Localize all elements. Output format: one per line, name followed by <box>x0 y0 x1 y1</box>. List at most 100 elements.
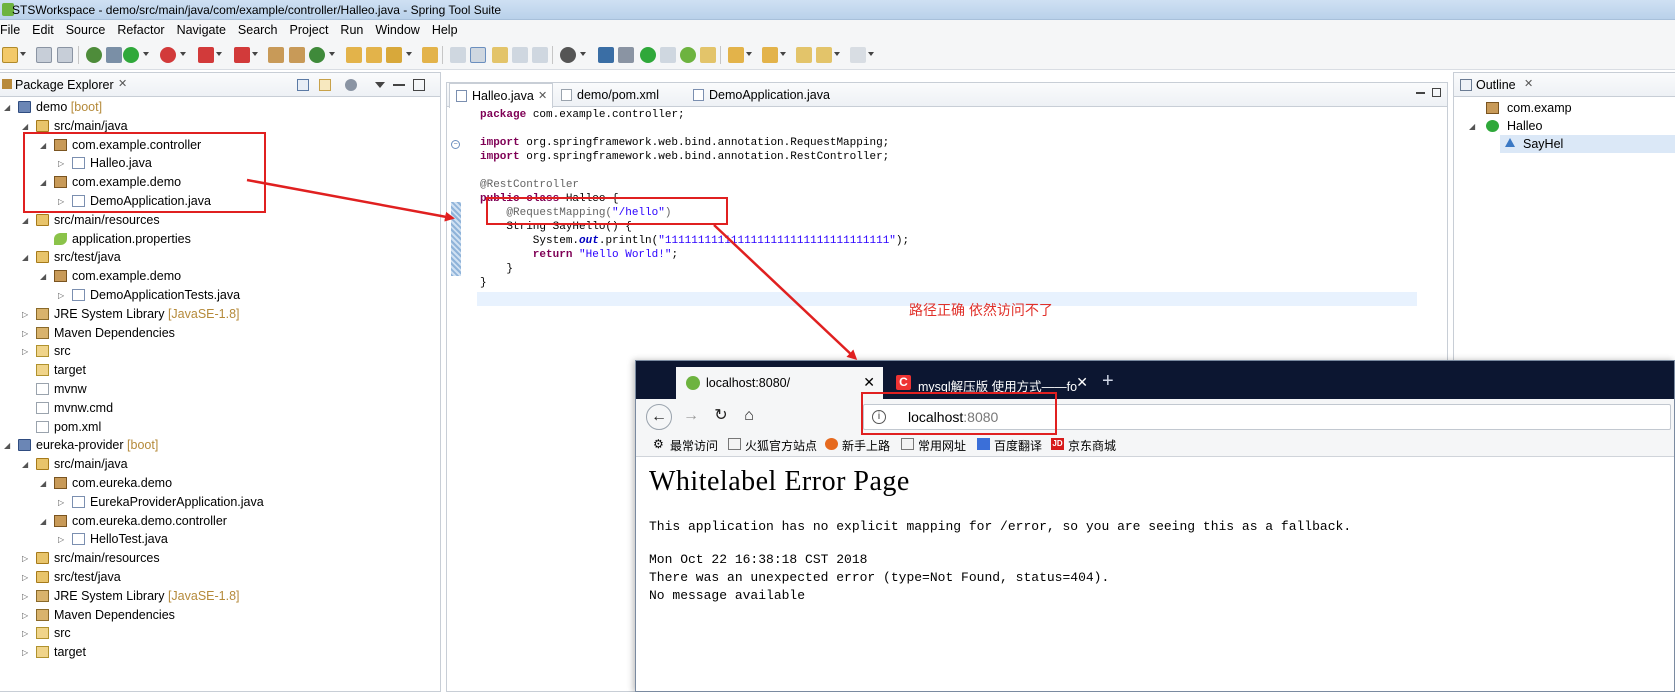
tree-collapse-icon[interactable]: ◢ <box>40 272 46 281</box>
back-arrow-icon[interactable]: ← <box>646 404 672 430</box>
minimize-icon[interactable] <box>393 84 405 86</box>
view-menu-icon[interactable] <box>345 79 357 91</box>
save-all-icon[interactable] <box>57 47 73 63</box>
coverage-dropdown-icon[interactable] <box>180 52 186 56</box>
coverage-icon[interactable] <box>160 47 176 63</box>
tab-demoapplication-java[interactable]: DemoApplication.java <box>687 83 847 107</box>
package-explorer-title[interactable]: Package Explorer <box>15 78 114 92</box>
outline-title[interactable]: Outline <box>1476 78 1516 92</box>
forward-dropdown-icon[interactable] <box>868 52 874 56</box>
run-dropdown-icon[interactable] <box>143 52 149 56</box>
tree-item[interactable]: mvnw.cmd <box>0 399 440 417</box>
tree-item[interactable]: ◢ com.eureka.demo <box>0 474 440 492</box>
menu-window[interactable]: Window <box>375 23 425 37</box>
external-tools-icon[interactable] <box>234 47 250 63</box>
skip-breakpoints-icon[interactable] <box>106 47 122 63</box>
tree-item[interactable]: ◢ src/main/java <box>0 455 440 473</box>
tree-collapse-icon[interactable]: ◢ <box>4 441 10 450</box>
new-dropdown-icon[interactable] <box>20 52 26 56</box>
close-icon[interactable]: ✕ <box>1524 77 1533 90</box>
tree-item[interactable]: ◢ eureka-provider [boot] <box>0 436 440 454</box>
open-file-icon[interactable] <box>660 47 676 63</box>
tree-expand-icon[interactable]: ▷ <box>22 554 28 563</box>
tree-item[interactable]: ◢ src/test/java <box>0 248 440 266</box>
spring-boot-dashboard-icon[interactable] <box>560 47 576 63</box>
refresh-icon[interactable] <box>700 47 716 63</box>
tree-item[interactable]: pom.xml <box>0 418 440 436</box>
save-icon[interactable] <box>36 47 52 63</box>
tree-item[interactable]: ◢ demo [boot] <box>0 98 440 116</box>
tree-item[interactable]: ▷ HelloTest.java <box>0 530 440 548</box>
show-paragraph-icon[interactable] <box>532 47 548 63</box>
previous-annotation-icon[interactable] <box>762 47 778 63</box>
show-whitespace-icon[interactable] <box>512 47 528 63</box>
menu-edit[interactable]: Edit <box>32 23 60 37</box>
outline-item-class[interactable]: ◢ Halleo <box>1454 117 1675 135</box>
menu-help[interactable]: Help <box>432 23 464 37</box>
external-tools-dropdown-icon[interactable] <box>252 52 258 56</box>
new-java-project-icon[interactable] <box>268 47 284 63</box>
minimize-icon[interactable] <box>1416 92 1425 94</box>
tree-collapse-icon[interactable]: ◢ <box>40 479 46 488</box>
tab-demo-pom-xml[interactable]: demo/pom.xml <box>555 83 685 107</box>
fold-toggle-icon[interactable]: − <box>451 140 460 149</box>
maximize-icon[interactable] <box>413 79 425 91</box>
tree-expand-icon[interactable]: ▷ <box>22 347 28 356</box>
tree-item[interactable]: mvnw <box>0 380 440 398</box>
tree-collapse-icon[interactable]: ◢ <box>22 122 28 131</box>
pin-icon[interactable] <box>618 47 634 63</box>
debug-icon[interactable] <box>86 47 102 63</box>
open-perspective-icon[interactable] <box>422 47 438 63</box>
new-package-icon[interactable] <box>289 47 305 63</box>
spring-icon[interactable] <box>680 47 696 63</box>
menu-run[interactable]: Run <box>340 23 369 37</box>
back-icon[interactable] <box>816 47 832 63</box>
tree-item[interactable]: ▷ src/main/resources <box>0 549 440 567</box>
tree-collapse-icon[interactable]: ◢ <box>22 216 28 225</box>
new-tab-icon[interactable]: + <box>1102 371 1114 391</box>
tree-item[interactable]: ▷ src/test/java <box>0 568 440 586</box>
toggle-block-selection-icon[interactable] <box>470 47 486 63</box>
run-icon[interactable] <box>123 47 139 63</box>
new-class-dropdown-icon[interactable] <box>329 52 335 56</box>
forward-icon[interactable] <box>850 47 866 63</box>
menu-project[interactable]: Project <box>290 23 335 37</box>
tree-expand-icon[interactable]: ▷ <box>22 611 28 620</box>
stop-dropdown-icon[interactable] <box>216 52 222 56</box>
close-icon[interactable]: ✕ <box>863 374 875 391</box>
tree-item[interactable]: ▷ Maven Dependencies <box>0 606 440 624</box>
link-with-editor-icon[interactable] <box>319 79 331 91</box>
outline-item-method[interactable]: SayHel <box>1500 135 1675 153</box>
tree-item[interactable]: ▷ JRE System Library [JavaSE-1.8] <box>0 587 440 605</box>
close-icon[interactable]: ✕ <box>538 89 547 102</box>
tree-item[interactable]: ◢ com.eureka.demo.controller <box>0 512 440 530</box>
tree-expand-icon[interactable]: ▷ <box>22 573 28 582</box>
collapse-all-icon[interactable] <box>297 79 309 91</box>
maximize-icon[interactable] <box>1432 88 1441 97</box>
stop-icon[interactable] <box>198 47 214 63</box>
tree-item[interactable]: ▷ JRE System Library [JavaSE-1.8] <box>0 305 440 323</box>
reload-icon[interactable]: ↻ <box>708 404 734 430</box>
tree-item[interactable]: ▷ target <box>0 643 440 661</box>
tree-expand-icon[interactable]: ▷ <box>58 535 64 544</box>
boot-dashboard-run-icon[interactable] <box>640 47 656 63</box>
menu-search[interactable]: Search <box>238 23 284 37</box>
search-dropdown-icon[interactable] <box>406 52 412 56</box>
home-icon[interactable]: ⌂ <box>736 404 762 430</box>
tree-item[interactable]: ◢ src/main/resources <box>0 211 440 229</box>
toggle-mark-occurrences-icon[interactable] <box>450 47 466 63</box>
forward-arrow-icon[interactable]: → <box>678 404 704 430</box>
tree-expand-icon[interactable]: ◢ <box>1469 122 1475 131</box>
tree-expand-icon[interactable]: ▷ <box>58 291 64 300</box>
open-type-icon[interactable] <box>346 47 362 63</box>
next-annotation-icon[interactable] <box>728 47 744 63</box>
browser-tab-localhost[interactable]: localhost:8080/ ✕ <box>676 367 883 399</box>
spring-dropdown-icon[interactable] <box>580 52 586 56</box>
previous-annotation-dropdown-icon[interactable] <box>780 52 786 56</box>
outline-item-package[interactable]: com.examp <box>1454 99 1675 117</box>
tab-halleo-java[interactable]: Halleo.java ✕ <box>449 83 553 108</box>
new-class-icon[interactable] <box>309 47 325 63</box>
chevron-down-icon[interactable] <box>375 82 385 88</box>
last-edit-location-icon[interactable] <box>796 47 812 63</box>
tree-collapse-icon[interactable]: ◢ <box>22 253 28 262</box>
